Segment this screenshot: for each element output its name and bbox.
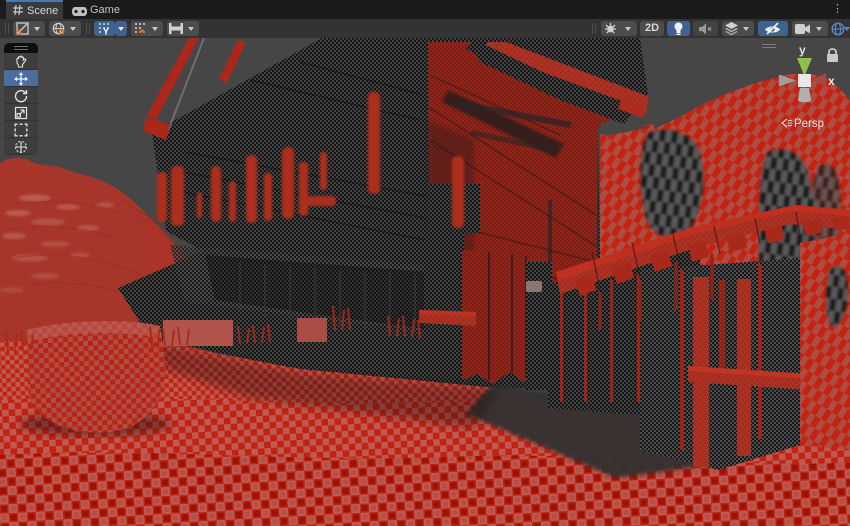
svg-text:Persp: Persp xyxy=(794,118,824,130)
svg-text:x: x xyxy=(828,74,835,88)
svg-text:y: y xyxy=(799,43,806,57)
svg-text:Y: Y xyxy=(103,27,109,36)
